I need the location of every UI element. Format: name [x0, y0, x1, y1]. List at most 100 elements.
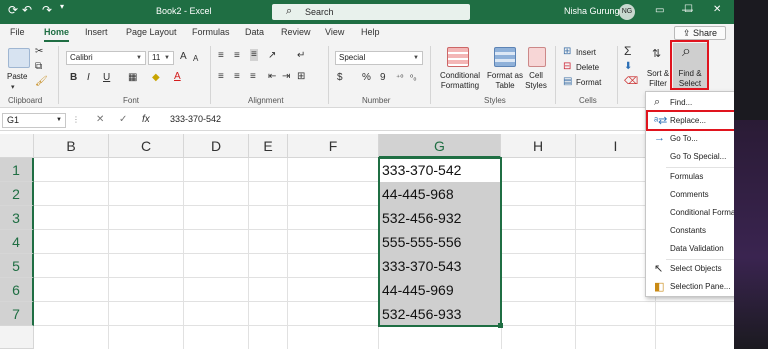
format-as-table-icon[interactable] [494, 47, 516, 67]
user-name[interactable]: Nisha Gurung [564, 6, 620, 16]
autosave-icon[interactable]: ⟳ [8, 3, 18, 17]
tab-file[interactable]: File [10, 27, 25, 37]
format-cells-button[interactable]: Format [576, 78, 601, 88]
row-header-3[interactable]: 3 [0, 206, 34, 230]
tab-home[interactable]: Home [44, 27, 70, 42]
font-size-select[interactable]: 11 ▼ [148, 51, 174, 65]
column-header-f[interactable]: F [288, 134, 379, 158]
fill-icon[interactable]: ⬇ [624, 61, 632, 73]
column-header-g[interactable]: G [379, 134, 501, 158]
find-select-button[interactable]: ⌕ Find & Select [673, 43, 707, 89]
underline-button[interactable]: U [103, 72, 110, 84]
clear-icon[interactable]: ⌫ [624, 76, 638, 88]
paste-button[interactable]: Paste [7, 72, 27, 82]
grow-font-icon[interactable]: A [180, 51, 187, 63]
decrease-decimal-icon[interactable]: ⁰₀ [410, 72, 417, 84]
cell-g5[interactable]: 333-370-543 [379, 254, 501, 278]
align-top-icon[interactable]: ≡ [218, 50, 224, 62]
format-painter-icon[interactable]: 🖌 [35, 76, 48, 88]
insert-function-icon[interactable]: fx [142, 114, 150, 125]
sort-filter-icon[interactable]: ⇅ [652, 48, 661, 60]
cell-g3[interactable]: 532-456-932 [379, 206, 501, 230]
tab-formulas[interactable]: Formulas [192, 27, 230, 37]
enter-icon[interactable]: ✓ [119, 114, 127, 125]
copy-icon[interactable]: ⧉ [35, 61, 42, 73]
redo-icon[interactable]: ↷ [42, 3, 52, 17]
worksheet-grid[interactable]: B C D E F G H I 1 2 3 4 5 6 7 333-370-54… [0, 134, 734, 349]
tab-insert[interactable]: Insert [85, 27, 108, 37]
paste-dropdown-icon[interactable]: ▾ [11, 82, 15, 94]
formula-input[interactable]: 333-370-542 [170, 114, 221, 124]
name-box[interactable]: G1 ▼ [2, 113, 66, 128]
column-header-i[interactable]: I [576, 134, 656, 158]
row-header-5[interactable]: 5 [0, 254, 34, 278]
align-left-icon[interactable]: ≡ [218, 71, 224, 83]
column-header-c[interactable]: C [109, 134, 184, 158]
fill-handle[interactable] [498, 323, 503, 328]
decrease-indent-icon[interactable]: ⇤ [268, 71, 276, 83]
tab-view[interactable]: View [325, 27, 344, 37]
paste-icon[interactable] [8, 48, 30, 68]
increase-indent-icon[interactable]: ⇥ [282, 71, 290, 83]
currency-format-button[interactable]: $ [337, 72, 343, 84]
format-cells-icon[interactable]: ▤ [563, 76, 572, 88]
borders-icon[interactable]: ▦ [128, 72, 137, 84]
search-box[interactable]: ⌕ Search [272, 4, 470, 20]
cell-styles-icon[interactable] [528, 47, 546, 67]
maximize-button[interactable]: ☐ [684, 4, 693, 15]
cell-g1[interactable]: 333-370-542 [379, 158, 501, 182]
column-header-h[interactable]: H [501, 134, 576, 158]
tab-data[interactable]: Data [245, 27, 264, 37]
cell-styles-button[interactable]: Cell Styles [522, 71, 550, 91]
font-name-select[interactable]: Calibri ▼ [66, 51, 146, 65]
row-header-7[interactable]: 7 [0, 302, 34, 326]
wrap-text-icon[interactable]: ↵ [297, 50, 305, 62]
italic-button[interactable]: I [87, 72, 90, 84]
merge-center-icon[interactable]: ⊞ [297, 71, 305, 83]
undo-icon[interactable]: ↶ [22, 3, 32, 17]
percent-style-button[interactable]: % [362, 72, 371, 84]
align-middle-icon[interactable]: ≡ [234, 50, 240, 62]
format-as-table-button[interactable]: Format as Table [486, 71, 524, 91]
row-header-1[interactable]: 1 [0, 158, 34, 182]
fill-color-icon[interactable]: ◆ [152, 72, 160, 84]
delete-cells-button[interactable]: Delete [576, 63, 599, 73]
tab-review[interactable]: Review [281, 27, 311, 37]
column-header-d[interactable]: D [184, 134, 249, 158]
tab-page-layout[interactable]: Page Layout [126, 27, 177, 37]
row-header-2[interactable]: 2 [0, 182, 34, 206]
column-header-b[interactable]: B [34, 134, 109, 158]
cell-g2[interactable]: 44-445-968 [379, 182, 501, 206]
cancel-icon[interactable]: ✕ [96, 114, 104, 125]
shrink-font-icon[interactable]: A [193, 53, 198, 65]
cell-g6[interactable]: 44-445-969 [379, 278, 501, 302]
autosum-icon[interactable]: Σ [624, 45, 631, 57]
font-color-icon[interactable]: A [174, 71, 181, 83]
increase-decimal-icon[interactable]: ⁺⁰ [396, 72, 403, 84]
insert-cells-icon[interactable]: ⊞ [563, 46, 571, 58]
select-all-corner[interactable] [0, 134, 34, 158]
column-header-e[interactable]: E [249, 134, 288, 158]
ribbon-display-icon[interactable]: ▭ [655, 5, 664, 16]
conditional-formatting-icon[interactable] [447, 47, 469, 67]
align-right-icon[interactable]: ≡ [250, 71, 256, 83]
delete-cells-icon[interactable]: ⊟ [563, 61, 571, 73]
cell-g4[interactable]: 555-555-556 [379, 230, 501, 254]
customize-quick-access-icon[interactable]: ▾ [60, 2, 64, 11]
share-button[interactable]: ⇪ Share [674, 26, 726, 40]
align-center-icon[interactable]: ≡ [234, 71, 240, 83]
insert-cells-button[interactable]: Insert [576, 48, 596, 58]
number-format-select[interactable]: Special ▼ [335, 51, 423, 65]
bold-button[interactable]: B [70, 72, 77, 84]
orientation-icon[interactable]: ↗ [268, 50, 276, 62]
cell-g7[interactable]: 532-456-933 [379, 302, 501, 326]
row-header-4[interactable]: 4 [0, 230, 34, 254]
close-button[interactable]: ✕ [713, 4, 721, 15]
tab-help[interactable]: Help [361, 27, 380, 37]
avatar[interactable]: NG [619, 4, 635, 20]
cut-icon[interactable]: ✂ [35, 46, 43, 58]
row-header-6[interactable]: 6 [0, 278, 34, 302]
conditional-formatting-button[interactable]: Conditional Formatting [438, 71, 482, 91]
comma-style-button[interactable]: 9 [380, 72, 386, 84]
row-header-8[interactable] [0, 326, 34, 349]
